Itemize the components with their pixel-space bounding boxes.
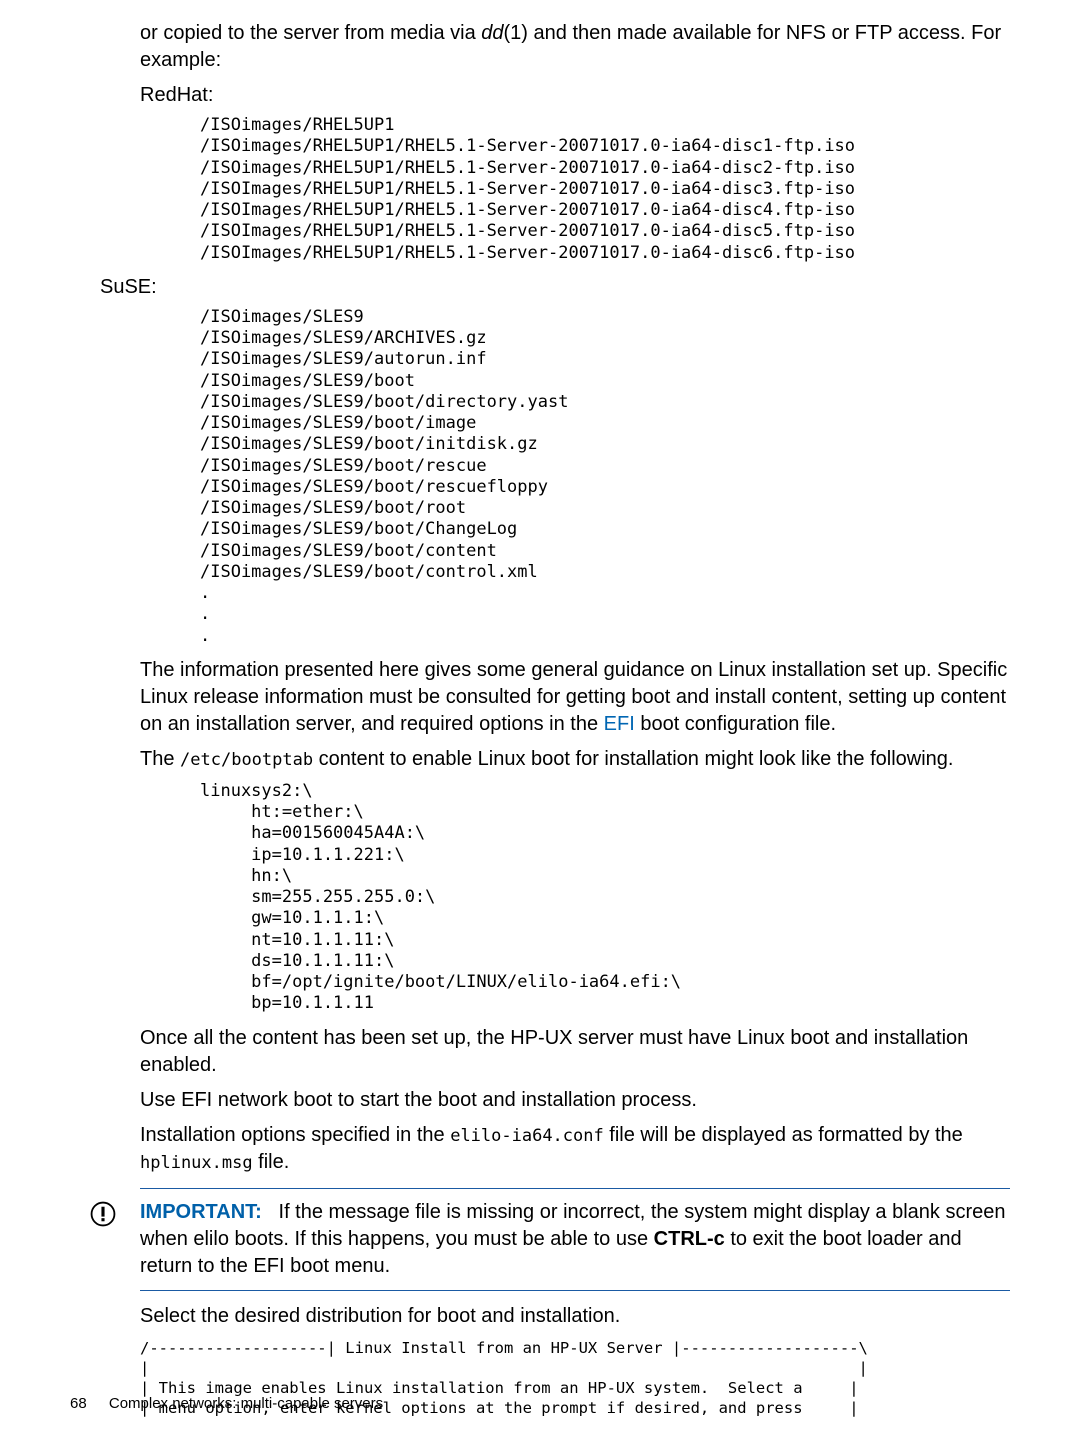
para4: Use EFI network boot to start the boot a… xyxy=(70,1087,1010,1114)
para1-b: boot configuration file. xyxy=(635,713,836,735)
efi-link[interactable]: EFI xyxy=(604,713,635,735)
redhat-code-block: /ISOimages/RHEL5UP1 /ISOimages/RHEL5UP1/… xyxy=(70,115,1010,264)
para2-b: content to enable Linux boot for install… xyxy=(313,748,953,770)
para1-a: The information presented here gives som… xyxy=(140,659,1007,735)
intro-paragraph: or copied to the server from media via d… xyxy=(70,20,1010,74)
para2-a: The xyxy=(140,748,180,770)
footer-page-number: 68 xyxy=(70,1395,87,1412)
para6: Select the desired distribution for boot… xyxy=(70,1303,1010,1330)
page-footer: 68 Complex networks: multi-capable serve… xyxy=(70,1395,383,1412)
redhat-label: RedHat: xyxy=(70,82,1010,109)
para5: Installation options specified in the el… xyxy=(70,1122,1010,1176)
para3: Once all the content has been set up, th… xyxy=(70,1025,1010,1079)
info-paragraph-1: The information presented here gives som… xyxy=(70,657,1010,738)
info-paragraph-2: The /etc/bootptab content to enable Linu… xyxy=(70,746,1010,773)
para5-b: file will be displayed as formatted by t… xyxy=(604,1124,963,1146)
important-label: IMPORTANT: xyxy=(140,1201,262,1223)
bootptab-code-block: linuxsys2:\ ht:=ether:\ ha=001560045A4A:… xyxy=(70,781,1010,1015)
important-content: IMPORTANT: If the message file is missin… xyxy=(140,1199,1010,1280)
suse-label: SuSE: xyxy=(70,274,1010,301)
para5-c: file. xyxy=(253,1151,290,1173)
important-ctrlc: CTRL-c xyxy=(654,1228,725,1250)
para2-code: /etc/bootptab xyxy=(180,750,313,770)
dd-italic: dd xyxy=(481,22,503,44)
important-icon xyxy=(90,1201,116,1227)
suse-code-block: /ISOimages/SLES9 /ISOimages/SLES9/ARCHIV… xyxy=(70,307,1010,647)
para5-a: Installation options specified in the xyxy=(140,1124,450,1146)
intro-text-a: or copied to the server from media via xyxy=(140,22,481,44)
para5-code1: elilo-ia64.conf xyxy=(450,1126,604,1146)
para5-code2: hplinux.msg xyxy=(140,1153,253,1173)
footer-chapter-title: Complex networks: multi-capable servers xyxy=(109,1395,383,1412)
important-callout: IMPORTANT: If the message file is missin… xyxy=(140,1188,1010,1291)
